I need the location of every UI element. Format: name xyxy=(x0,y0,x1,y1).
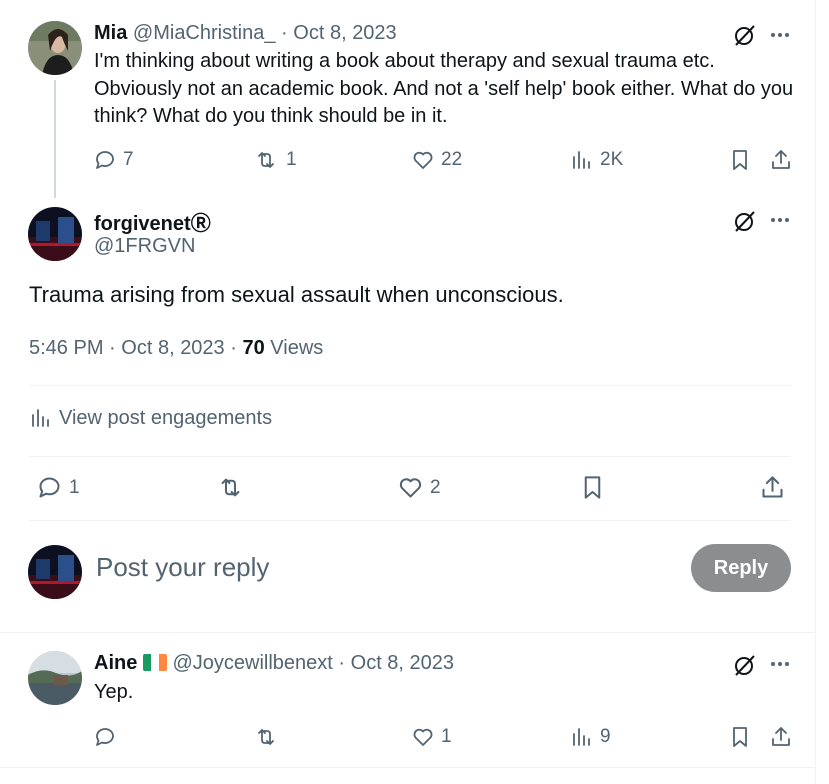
share-icon xyxy=(772,727,790,746)
like-icon xyxy=(413,151,433,169)
name-badge: Ⓡ xyxy=(190,213,211,235)
main-tweet-author: forgivenetⓇ xyxy=(94,207,211,236)
like-count: 1 xyxy=(441,726,452,747)
share-action[interactable] xyxy=(759,474,786,501)
more-icon[interactable] xyxy=(767,207,793,233)
author-name[interactable]: Mia xyxy=(94,22,127,44)
repost-icon xyxy=(258,152,274,168)
reply-action[interactable]: 1 xyxy=(36,474,80,501)
divider xyxy=(0,632,816,633)
separator: · xyxy=(109,337,116,359)
like-action[interactable]: 1 xyxy=(411,725,452,749)
like-action[interactable]: 22 xyxy=(411,148,462,172)
bookmark-action[interactable] xyxy=(728,725,752,749)
share-icon xyxy=(772,150,790,169)
main-tweet-text: Trauma arising from sexual assault when … xyxy=(29,282,564,307)
tweet-date[interactable]: Oct 8, 2023 xyxy=(121,337,224,359)
engagements-label: View post engagements xyxy=(59,406,273,429)
reply-tweet-text: Yep. xyxy=(94,681,134,703)
reply-button[interactable]: Reply xyxy=(691,544,791,592)
tweet-date[interactable]: Oct 8, 2023 xyxy=(293,22,396,44)
divider xyxy=(29,385,791,386)
like-action[interactable]: 2 xyxy=(397,474,441,501)
like-count: 22 xyxy=(441,149,463,170)
view-engagements-link[interactable]: View post engagements xyxy=(29,406,272,430)
separator: · xyxy=(281,22,288,44)
bookmark-icon xyxy=(733,150,747,170)
reply-icon xyxy=(39,477,60,498)
share-icon xyxy=(762,476,783,498)
like-count: 2 xyxy=(430,476,441,498)
author-name[interactable]: Aine xyxy=(94,652,137,674)
more-icon[interactable] xyxy=(767,22,793,48)
avatar-forgivenet[interactable] xyxy=(28,207,82,261)
avatar-mia[interactable] xyxy=(28,21,82,75)
reply-icon xyxy=(96,151,114,169)
conversation-panel: Mia @MiaChristina_ · Oct 8, 2023 I'm thi… xyxy=(0,0,816,784)
repost-action[interactable]: 1 xyxy=(252,148,297,172)
share-action[interactable] xyxy=(769,725,793,749)
like-icon xyxy=(399,478,422,498)
reply-tweet-header: Aine @Joycewillbenext · Oct 8, 2023 xyxy=(94,652,454,675)
avatar-composer[interactable] xyxy=(28,545,82,599)
author-handle[interactable]: @1FRGVN xyxy=(94,235,195,258)
author-handle[interactable]: @Joycewillbenext xyxy=(172,652,332,674)
reply-action[interactable]: 7 xyxy=(93,148,134,172)
flag-icon xyxy=(142,654,167,671)
grok-icon[interactable] xyxy=(732,208,758,234)
author-name[interactable]: forgivenet xyxy=(94,213,191,235)
separator: · xyxy=(230,337,237,359)
repost-icon xyxy=(221,478,240,497)
tweet-date[interactable]: Oct 8, 2023 xyxy=(351,652,454,674)
views-count: 2K xyxy=(600,149,624,170)
avatar-aine[interactable] xyxy=(28,651,82,705)
views-icon xyxy=(32,409,49,427)
reply-icon xyxy=(96,728,114,746)
views-icon xyxy=(573,151,590,169)
repost-count: 1 xyxy=(286,149,297,170)
bookmark-action[interactable] xyxy=(579,474,606,501)
views-action[interactable]: 9 xyxy=(570,725,611,749)
views-action[interactable]: 2K xyxy=(570,148,623,172)
divider xyxy=(29,456,791,457)
repost-action[interactable] xyxy=(252,725,280,749)
reply-input[interactable]: Post your reply xyxy=(96,552,656,583)
views-icon xyxy=(573,728,590,746)
tweet-meta: 5:46 PM · Oct 8, 2023 · 70 Views xyxy=(29,337,323,360)
repost-icon xyxy=(258,729,274,745)
reply-action[interactable] xyxy=(93,725,117,749)
views-label: Views xyxy=(270,337,324,359)
parent-tweet-header: Mia @MiaChristina_ · Oct 8, 2023 xyxy=(94,22,397,45)
views-count: 70 xyxy=(242,337,265,359)
bookmark-icon xyxy=(584,476,601,499)
more-icon[interactable] xyxy=(767,651,793,677)
reply-count: 1 xyxy=(69,476,80,498)
grok-icon[interactable] xyxy=(732,652,758,678)
thread-line xyxy=(54,80,56,198)
repost-action[interactable] xyxy=(215,474,246,501)
tweet-time[interactable]: 5:46 PM xyxy=(29,337,103,359)
like-icon xyxy=(413,728,433,746)
divider xyxy=(0,767,816,768)
bookmark-icon xyxy=(733,727,747,747)
divider xyxy=(29,520,791,521)
grok-icon[interactable] xyxy=(732,22,758,48)
parent-tweet-text: I'm thinking about writing a book about … xyxy=(94,50,794,127)
views-count: 9 xyxy=(600,726,611,747)
separator: · xyxy=(338,652,346,674)
reply-count: 7 xyxy=(123,149,134,170)
author-handle[interactable]: @MiaChristina_ xyxy=(133,22,276,44)
share-action[interactable] xyxy=(769,148,793,172)
bookmark-action[interactable] xyxy=(728,148,752,172)
